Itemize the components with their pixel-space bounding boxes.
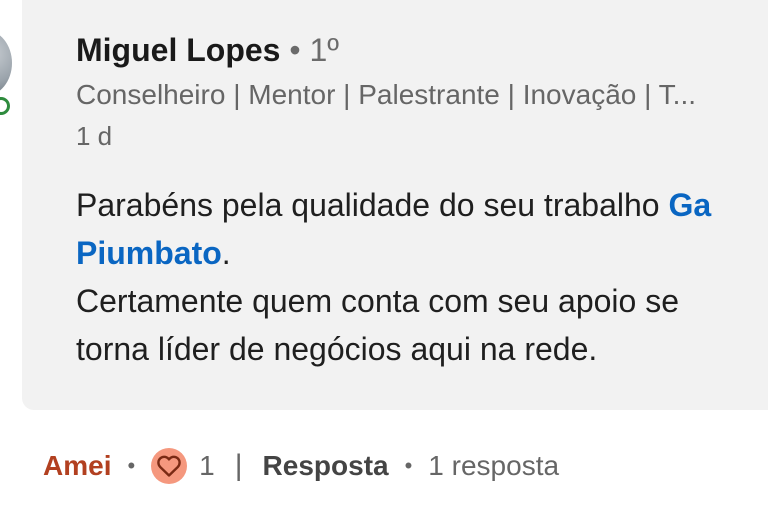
reaction-count[interactable]: 1 xyxy=(199,450,215,482)
comment-card: Miguel Lopes • 1º Conselheiro | Mentor |… xyxy=(22,0,768,410)
open-to-work-badge xyxy=(0,97,10,115)
reply-button[interactable]: Resposta xyxy=(263,450,389,482)
comment-text-line4: torna líder de negócios aqui na rede. xyxy=(76,331,598,367)
degree-separator: • xyxy=(289,32,301,68)
author-headline: Conselheiro | Mentor | Palestrante | Ino… xyxy=(76,79,697,110)
comment-timestamp: 1 d xyxy=(76,121,113,151)
comment-text: Parabéns pela qualidade do seu trabalho xyxy=(76,187,669,223)
reaction-button[interactable]: Amei xyxy=(43,450,111,482)
heart-icon[interactable] xyxy=(151,448,188,484)
separator-dot-2: • xyxy=(404,453,413,478)
comment-thread: Miguel Lopes • 1º Conselheiro | Mentor |… xyxy=(0,0,768,512)
separator-dot: • xyxy=(127,453,136,478)
comment-text-line3: Certamente quem conta com seu apoio se xyxy=(76,283,679,319)
author-name[interactable]: Miguel Lopes xyxy=(76,32,280,68)
author-line: Miguel Lopes • 1º xyxy=(76,30,339,70)
divider: | xyxy=(234,449,243,482)
comment-text-period: . xyxy=(221,235,231,271)
author-avatar[interactable] xyxy=(0,30,12,96)
connection-degree: 1º xyxy=(309,32,339,68)
comment-actions-bar: Amei • 1 | Resposta • 1 resposta xyxy=(43,444,559,488)
mention-link-continued[interactable]: Piumbato xyxy=(76,235,222,271)
replies-count-link[interactable]: 1 resposta xyxy=(428,450,559,482)
comment-body: Parabéns pela qualidade do seu trabalho … xyxy=(76,181,768,373)
heart-icon-svg xyxy=(157,455,181,477)
mention-link[interactable]: Ga xyxy=(668,187,711,223)
